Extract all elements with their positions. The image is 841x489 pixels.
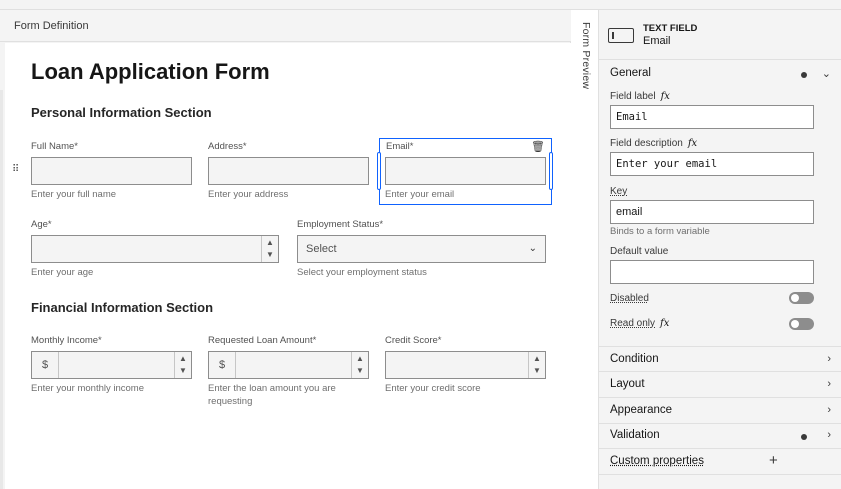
chevron-down-icon: ⌄ xyxy=(528,243,537,254)
fx-icon[interactable]: fx xyxy=(688,138,697,149)
field-description-input[interactable]: Enter your email xyxy=(610,152,814,176)
currency-prefix: $ xyxy=(32,352,59,378)
key-input[interactable]: email xyxy=(610,200,814,224)
accordion-condition-title: Condition xyxy=(610,353,659,365)
drag-handle-icon[interactable]: ⠿ xyxy=(12,164,19,175)
field-label-input[interactable]: Email xyxy=(610,105,814,129)
accordion-condition[interactable]: Condition › xyxy=(599,346,841,372)
chevron-right-icon[interactable]: › xyxy=(827,378,831,390)
panel-bottom xyxy=(599,479,841,489)
credit-score-stepper[interactable]: ▲ ▼ xyxy=(528,352,545,378)
top-strip xyxy=(0,0,841,10)
accordion-layout-title: Layout xyxy=(610,378,645,390)
field-label-label: Field label fx xyxy=(610,91,670,102)
credit-score-input[interactable]: ▲ ▼ xyxy=(385,351,546,379)
plus-icon[interactable]: + xyxy=(769,452,778,469)
accordion-custom-properties-title: Custom properties xyxy=(610,455,704,467)
email-resize-handle-left[interactable] xyxy=(377,152,381,190)
canvas-header-title: Form Definition xyxy=(14,20,89,32)
chevron-right-icon[interactable]: › xyxy=(827,429,831,441)
component-kind: TEXT FIELD xyxy=(643,23,698,34)
section-title-personal[interactable]: Personal Information Section xyxy=(31,105,212,120)
accordion-general-title: General xyxy=(610,67,651,79)
requested-loan-label: Requested Loan Amount* xyxy=(208,335,317,346)
employment-status-help: Select your employment status xyxy=(297,267,427,278)
stepper-up-icon[interactable]: ▲ xyxy=(533,355,541,363)
stepper-down-icon[interactable]: ▼ xyxy=(533,367,541,375)
read-only-toggle[interactable] xyxy=(789,318,814,330)
monthly-income-stepper[interactable]: ▲ ▼ xyxy=(174,352,191,378)
chevron-right-icon[interactable]: › xyxy=(827,404,831,416)
fx-icon[interactable]: fx xyxy=(660,318,669,329)
section-title-financial[interactable]: Financial Information Section xyxy=(31,300,213,315)
stepper-up-icon[interactable]: ▲ xyxy=(266,239,274,247)
key-label: Key xyxy=(610,186,628,197)
accordion-appearance[interactable]: Appearance › xyxy=(599,398,841,424)
default-value-label: Default value xyxy=(610,246,669,257)
accordion-layout[interactable]: Layout › xyxy=(599,372,841,398)
address-input[interactable] xyxy=(208,157,369,185)
credit-score-help: Enter your credit score xyxy=(385,383,481,394)
monthly-income-input[interactable]: $ ▲ ▼ xyxy=(31,351,192,379)
field-description-label: Field description fx xyxy=(610,138,698,149)
currency-prefix: $ xyxy=(209,352,236,378)
properties-panel: TEXT FIELD Email General ⌄ Field label fx… xyxy=(599,10,841,489)
accordion-appearance-title: Appearance xyxy=(610,404,673,416)
read-only-label: Read only fx xyxy=(610,318,670,329)
email-help: Enter your email xyxy=(385,189,455,200)
disabled-toggle[interactable] xyxy=(789,292,814,304)
panel-header: TEXT FIELD Email xyxy=(599,10,841,60)
component-name: Email xyxy=(643,35,671,47)
accordion-custom-properties[interactable]: Custom properties + xyxy=(599,449,841,475)
chevron-down-icon[interactable]: ⌄ xyxy=(822,67,831,80)
status-dot-icon xyxy=(801,72,807,78)
requested-loan-input[interactable]: $ ▲ ▼ xyxy=(208,351,369,379)
status-dot-icon xyxy=(801,434,807,440)
canvas-header: Form Definition xyxy=(0,10,571,42)
requested-loan-help-line1: Enter the loan amount you are xyxy=(208,383,336,394)
full-name-label: Full Name* xyxy=(31,141,78,152)
monthly-income-label: Monthly Income* xyxy=(31,335,102,346)
key-help: Binds to a form variable xyxy=(610,226,710,237)
stepper-down-icon[interactable]: ▼ xyxy=(356,367,364,375)
credit-score-label: Credit Score* xyxy=(385,335,442,346)
text-field-icon xyxy=(608,28,634,43)
accordion-validation[interactable]: Validation › xyxy=(599,423,841,449)
employment-status-label: Employment Status* xyxy=(297,219,384,230)
full-name-help: Enter your full name xyxy=(31,189,117,200)
stepper-up-icon[interactable]: ▲ xyxy=(179,355,187,363)
age-input[interactable]: ▲ ▼ xyxy=(31,235,279,263)
accordion-validation-title: Validation xyxy=(610,429,660,441)
disabled-label: Disabled xyxy=(610,293,649,304)
trash-icon[interactable]: 🗑 xyxy=(531,140,545,153)
field-description-value: Enter your email xyxy=(616,158,718,170)
employment-status-placeholder: Select xyxy=(306,243,337,255)
email-input[interactable] xyxy=(385,157,546,185)
default-value-input[interactable] xyxy=(610,260,814,284)
address-help: Enter your address xyxy=(208,189,289,200)
monthly-income-help: Enter your monthly income xyxy=(31,383,144,394)
field-label-value: Email xyxy=(616,111,648,123)
address-label: Address* xyxy=(208,141,247,152)
age-label: Age* xyxy=(31,219,52,230)
stepper-up-icon[interactable]: ▲ xyxy=(356,355,364,363)
requested-loan-stepper[interactable]: ▲ ▼ xyxy=(351,352,368,378)
form-preview-tab-label: Form Preview xyxy=(580,22,592,90)
age-stepper[interactable]: ▲ ▼ xyxy=(261,236,278,262)
age-help: Enter your age xyxy=(31,267,94,278)
requested-loan-help-line2: requesting xyxy=(208,396,253,407)
chevron-right-icon[interactable]: › xyxy=(827,353,831,365)
key-value: email xyxy=(616,206,643,218)
full-name-input[interactable] xyxy=(31,157,192,185)
fx-icon[interactable]: fx xyxy=(661,91,670,102)
email-resize-handle-right[interactable] xyxy=(549,152,553,190)
accordion-general[interactable]: General ⌄ xyxy=(599,61,841,87)
stepper-down-icon[interactable]: ▼ xyxy=(266,251,274,259)
left-rule xyxy=(0,90,3,489)
email-label: Email* xyxy=(386,141,414,152)
stepper-down-icon[interactable]: ▼ xyxy=(179,367,187,375)
employment-status-select[interactable]: Select ⌄ xyxy=(297,235,546,263)
form-preview-tab[interactable]: Form Preview xyxy=(572,10,599,489)
form-title[interactable]: Loan Application Form xyxy=(31,59,270,85)
